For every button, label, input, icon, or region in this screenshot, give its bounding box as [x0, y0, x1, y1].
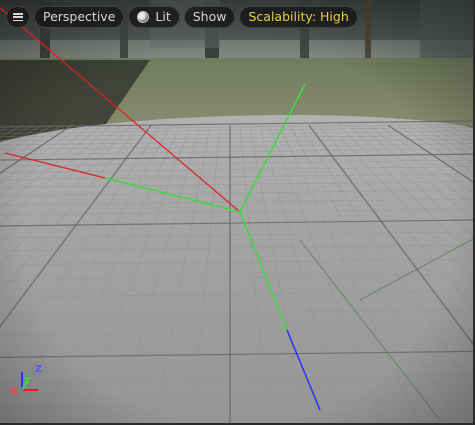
level-viewport[interactable]: Perspective Lit Show Scalability: High Z…: [0, 0, 475, 425]
view-mode-button[interactable]: Perspective: [34, 6, 125, 28]
scalability-label: Scalability: High: [248, 9, 349, 24]
show-label: Show: [192, 9, 227, 24]
show-flags-button[interactable]: Show: [183, 6, 236, 28]
gizmo-y-label: Y: [24, 376, 32, 387]
axis-orientation-gizmo: Z Y X: [10, 364, 50, 400]
scene-render: [0, 0, 473, 423]
hamburger-menu-icon: [13, 13, 23, 21]
scalability-button[interactable]: Scalability: High: [239, 6, 358, 28]
viewport-toolbar: Perspective Lit Show Scalability: High: [6, 5, 358, 29]
gizmo-z-label: Z: [35, 364, 43, 375]
lighting-mode-label: Lit: [155, 9, 171, 24]
gizmo-x-label: X: [10, 386, 18, 397]
viewport-menu-button[interactable]: [6, 6, 30, 28]
view-mode-label: Perspective: [43, 9, 116, 24]
lighting-mode-button[interactable]: Lit: [128, 6, 180, 28]
lit-sphere-icon: [137, 11, 150, 23]
